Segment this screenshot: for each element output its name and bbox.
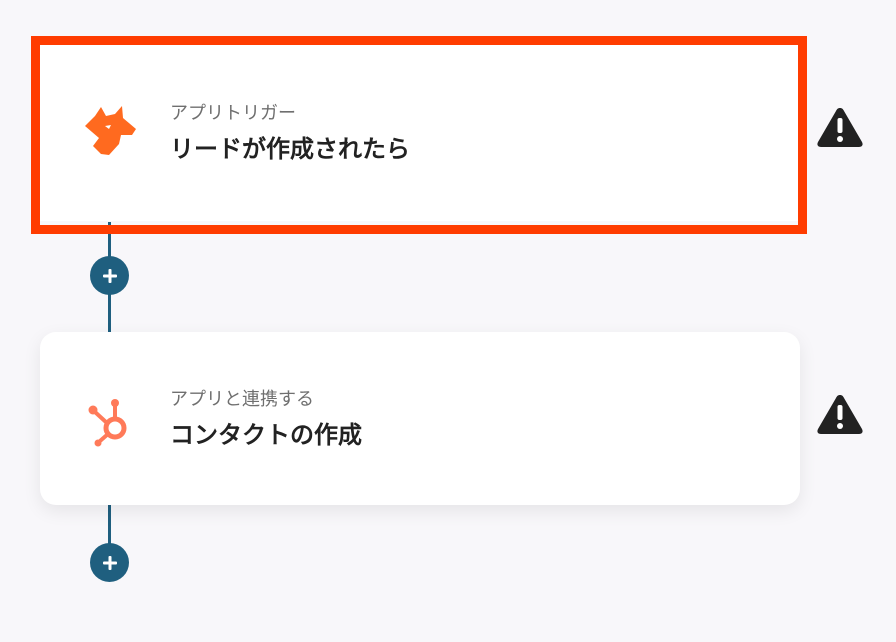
action-step-text: アプリと連携する コンタクトの作成 — [170, 388, 362, 450]
trigger-step-text: アプリトリガー リードが作成されたら — [170, 102, 410, 164]
step-title: リードが作成されたら — [170, 135, 410, 163]
connector-line — [108, 505, 111, 547]
hubspot-icon — [75, 385, 145, 455]
plus-icon — [102, 268, 117, 283]
warning-icon[interactable] — [815, 392, 865, 436]
warning-icon[interactable] — [815, 105, 865, 149]
add-step-button[interactable] — [90, 256, 129, 295]
step-subtitle: アプリトリガー — [170, 103, 296, 124]
fox-icon — [75, 98, 145, 168]
step-subtitle: アプリと連携する — [170, 389, 314, 410]
add-step-button[interactable] — [90, 543, 129, 582]
step-title: コンタクトの作成 — [170, 421, 362, 449]
trigger-step-card[interactable] — [40, 45, 800, 221]
action-step-card[interactable] — [40, 332, 800, 505]
plus-icon — [102, 555, 117, 570]
